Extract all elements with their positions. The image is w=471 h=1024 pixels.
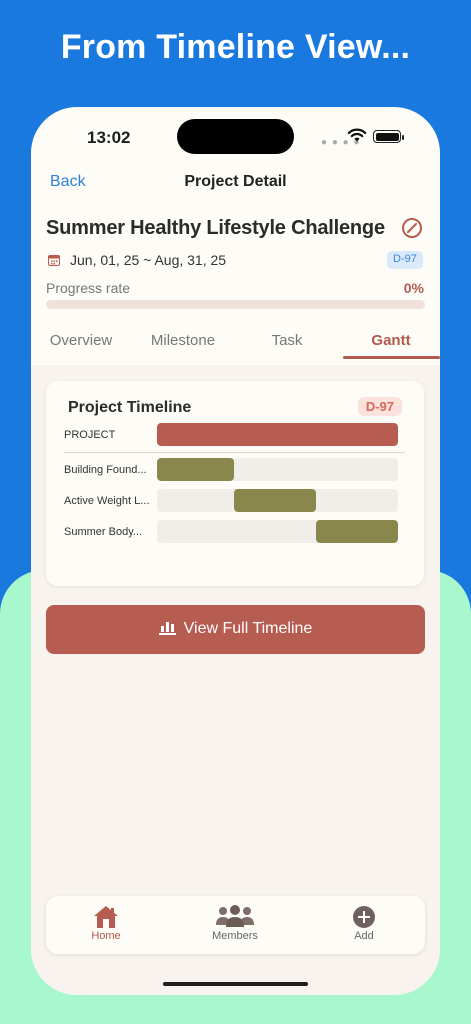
dynamic-island: [177, 119, 294, 154]
active-tab-indicator: [343, 356, 440, 359]
wifi-icon: [347, 128, 367, 142]
bar-chart-icon: [158, 622, 176, 635]
timeline-dday-badge: D-97: [357, 397, 402, 416]
gantt-bar-milestone-3[interactable]: [316, 520, 398, 543]
project-date-row: Jun, 01, 25 ~ Aug, 31, 25: [46, 251, 426, 271]
tabbar-label-home: Home: [91, 930, 121, 942]
status-time: 13:02: [87, 128, 131, 147]
gantt-row-label: PROJECT: [64, 429, 116, 441]
gantt-track: [157, 423, 398, 446]
gantt-divider: [64, 452, 405, 453]
battery-icon: [373, 130, 404, 143]
calendar-icon: [48, 255, 60, 266]
view-full-timeline-label: View Full Timeline: [183, 620, 313, 637]
gantt-row-project: PROJECT: [64, 423, 404, 447]
timeline-card: Project Timeline D-97 PROJECT Building F…: [46, 381, 424, 586]
project-title: Summer Healthy Lifestyle Challenge: [46, 217, 385, 239]
gantt-track: [157, 489, 398, 512]
gantt-bar-project[interactable]: [157, 423, 398, 446]
gantt-bar-milestone-2[interactable]: [234, 489, 317, 512]
progress-label: Progress rate: [46, 280, 131, 296]
bottom-tab-bar: Home Members Add: [46, 896, 425, 954]
phone-screen: 13:02 ● ● ● ● Back Project Detail Summer…: [31, 107, 440, 995]
tab-milestone[interactable]: Milestone: [133, 332, 233, 349]
tab-overview[interactable]: Overview: [31, 332, 131, 349]
tabbar-item-members[interactable]: Members: [195, 905, 275, 942]
nav-title: Project Detail: [184, 173, 287, 190]
gantt-row-milestone-2: Active Weight L...: [64, 489, 404, 513]
add-icon: [353, 906, 375, 928]
home-icon: [94, 906, 118, 928]
progress-bar: [46, 300, 425, 309]
dday-badge: D-97: [387, 251, 423, 269]
gantt-row-label: Active Weight L...: [64, 495, 150, 507]
tabbar-label-members: Members: [212, 930, 258, 942]
gantt-row-label: Summer Body...: [64, 526, 143, 538]
gantt-track: [157, 520, 398, 543]
tabbar-item-home[interactable]: Home: [66, 905, 146, 942]
tabbar-item-add[interactable]: Add: [324, 905, 404, 942]
view-full-timeline-button[interactable]: View Full Timeline: [46, 605, 425, 654]
tab-gantt[interactable]: Gantt: [341, 332, 440, 349]
gantt-track: [157, 458, 398, 481]
gantt-row-milestone-3: Summer Body...: [64, 520, 404, 544]
gantt-row-label: Building Found...: [64, 464, 147, 476]
status-bar: 13:02 ● ● ● ●: [31, 107, 440, 167]
members-icon: [216, 905, 254, 927]
promo-headline: From Timeline View...: [60, 28, 411, 66]
timeline-card-title: Project Timeline: [68, 399, 192, 416]
navigation-bar: Back Project Detail: [31, 167, 440, 207]
gantt-bar-milestone-1[interactable]: [157, 458, 235, 481]
segment-tabs: Overview Milestone Task Gantt: [31, 325, 440, 361]
tab-task[interactable]: Task: [237, 332, 337, 349]
home-indicator: [163, 982, 308, 986]
tabbar-label-add: Add: [354, 930, 374, 942]
progress-value: 0%: [403, 280, 424, 296]
cancel-icon[interactable]: [401, 217, 423, 239]
gantt-row-milestone-1: Building Found...: [64, 458, 404, 482]
project-date-range: Jun, 01, 25 ~ Aug, 31, 25: [70, 252, 227, 268]
